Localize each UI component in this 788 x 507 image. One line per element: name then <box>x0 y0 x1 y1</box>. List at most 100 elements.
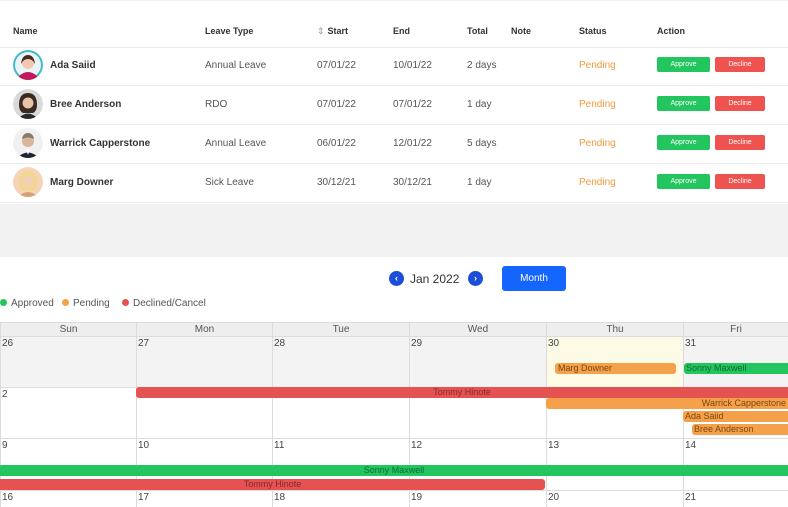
avatar <box>13 128 43 158</box>
day-cell[interactable]: 31 <box>683 336 788 387</box>
event-pending[interactable]: Warrick Capperstone <box>546 398 788 409</box>
end-date: 10/01/22 <box>393 60 432 71</box>
leave-type: Annual Leave <box>205 138 267 149</box>
month-view-button[interactable]: Month <box>502 266 566 291</box>
day-cell[interactable]: 29 <box>409 336 546 387</box>
day-number: 16 <box>2 492 14 503</box>
chevron-left-icon: ‹ <box>395 273 398 283</box>
end-date: 12/01/22 <box>393 138 432 149</box>
event-approved[interactable]: Sonny Maxwell <box>684 363 788 374</box>
day-number: 11 <box>274 440 285 451</box>
day-number: 19 <box>411 492 423 503</box>
decline-button[interactable]: Decline <box>715 135 765 150</box>
day-cell[interactable]: 16 <box>0 490 136 507</box>
header-status[interactable]: Status <box>579 26 607 36</box>
legend-declined: Declined/Cancel <box>122 298 206 309</box>
end-date: 07/01/22 <box>393 99 432 110</box>
leave-type: RDO <box>205 99 228 110</box>
sort-icon[interactable]: ⇕ <box>317 26 325 36</box>
pending-dot-icon <box>62 298 69 306</box>
day-number: 29 <box>411 338 423 349</box>
table-row: Marg Downer Sick Leave 30/12/21 30/12/21… <box>0 164 788 203</box>
current-month: Jan 2022 <box>410 272 460 286</box>
header-end[interactable]: End <box>393 26 410 36</box>
header-name[interactable]: Name <box>13 26 38 36</box>
day-number: 10 <box>138 440 150 451</box>
approved-dot-icon <box>0 298 7 306</box>
day-cell[interactable]: 26 <box>0 336 136 387</box>
total-days: 1 day <box>467 177 492 188</box>
day-cell-today[interactable]: 30 <box>546 336 683 387</box>
day-number: 13 <box>548 440 560 451</box>
header-leave-type[interactable]: Leave Type <box>205 26 253 36</box>
start-date: 30/12/21 <box>317 177 356 188</box>
legend-approved: Approved <box>0 298 54 309</box>
avatar <box>13 50 43 80</box>
approve-button[interactable]: Approve <box>657 174 710 189</box>
header-start[interactable]: ⇕ Start <box>317 26 348 37</box>
chevron-right-icon: › <box>474 273 477 283</box>
day-number: 30 <box>548 338 560 349</box>
day-cell[interactable]: 21 <box>683 490 788 507</box>
weekday-sun: Sun <box>0 322 136 336</box>
table-row: Ada Saiid Annual Leave 07/01/22 10/01/22… <box>0 47 788 86</box>
leave-type: Sick Leave <box>205 177 254 188</box>
day-cell[interactable]: 19 <box>409 490 546 507</box>
header-total[interactable]: Total <box>467 26 488 36</box>
day-cell[interactable]: 18 <box>272 490 409 507</box>
weekday-fri: Fri <box>683 322 788 336</box>
day-number: 31 <box>685 338 697 349</box>
next-month-button[interactable]: › <box>468 271 483 286</box>
event-declined[interactable]: Tommy Hinote <box>0 479 545 490</box>
status-badge: Pending <box>579 177 616 188</box>
start-date: 07/01/22 <box>317 60 356 71</box>
event-pending[interactable]: Bree Anderson <box>692 424 788 435</box>
approve-button[interactable]: Approve <box>657 96 710 111</box>
legend-label: Approved <box>11 298 54 309</box>
day-number: 14 <box>685 440 697 451</box>
day-cell[interactable]: 13 <box>546 438 683 490</box>
day-number: 27 <box>138 338 150 349</box>
day-cell[interactable]: 2 <box>0 387 136 438</box>
table-row: Bree Anderson RDO 07/01/22 07/01/22 1 da… <box>0 86 788 125</box>
legend-pending: Pending <box>62 298 110 309</box>
day-number: 18 <box>274 492 286 503</box>
day-cell[interactable]: 28 <box>272 336 409 387</box>
weekday-tue: Tue <box>272 322 409 336</box>
avatar <box>13 167 43 197</box>
decline-button[interactable]: Decline <box>715 57 765 72</box>
approve-button[interactable]: Approve <box>657 135 710 150</box>
approve-button[interactable]: Approve <box>657 57 710 72</box>
header-note[interactable]: Note <box>511 26 531 36</box>
legend-label: Pending <box>73 298 110 309</box>
decline-button[interactable]: Decline <box>715 96 765 111</box>
event-pending[interactable]: Marg Downer <box>555 363 676 374</box>
decline-button[interactable]: Decline <box>715 174 765 189</box>
start-date: 06/01/22 <box>317 138 356 149</box>
day-number: 26 <box>2 338 14 349</box>
leave-calendar: ‹ Jan 2022 › Month Approved Pending Decl… <box>0 257 788 507</box>
day-number: 28 <box>274 338 286 349</box>
event-approved[interactable]: Sonny Maxwell <box>0 465 788 476</box>
day-cell[interactable]: 20 <box>546 490 683 507</box>
employee-name: Ada Saiid <box>50 60 96 71</box>
employee-name: Bree Anderson <box>50 99 122 110</box>
day-cell[interactable]: 17 <box>136 490 272 507</box>
table-row: Warrick Capperstone Annual Leave 06/01/2… <box>0 125 788 164</box>
total-days: 1 day <box>467 99 492 110</box>
total-days: 5 days <box>467 138 497 149</box>
event-declined[interactable]: Tommy Hinote <box>136 387 788 398</box>
day-number: 2 <box>2 389 8 400</box>
day-cell[interactable]: 27 <box>136 336 272 387</box>
event-pending[interactable]: Ada Saiid <box>683 411 788 422</box>
day-number: 9 <box>2 440 8 451</box>
day-cell[interactable]: 14 <box>683 438 788 490</box>
header-action: Action <box>657 26 685 36</box>
day-number: 20 <box>548 492 560 503</box>
start-date: 07/01/22 <box>317 99 356 110</box>
leave-requests-table: Name Leave Type ⇕ Start End Total Note St… <box>0 0 788 204</box>
prev-month-button[interactable]: ‹ <box>389 271 404 286</box>
day-number: 17 <box>138 492 150 503</box>
employee-name: Marg Downer <box>50 177 114 188</box>
total-days: 2 days <box>467 60 497 71</box>
